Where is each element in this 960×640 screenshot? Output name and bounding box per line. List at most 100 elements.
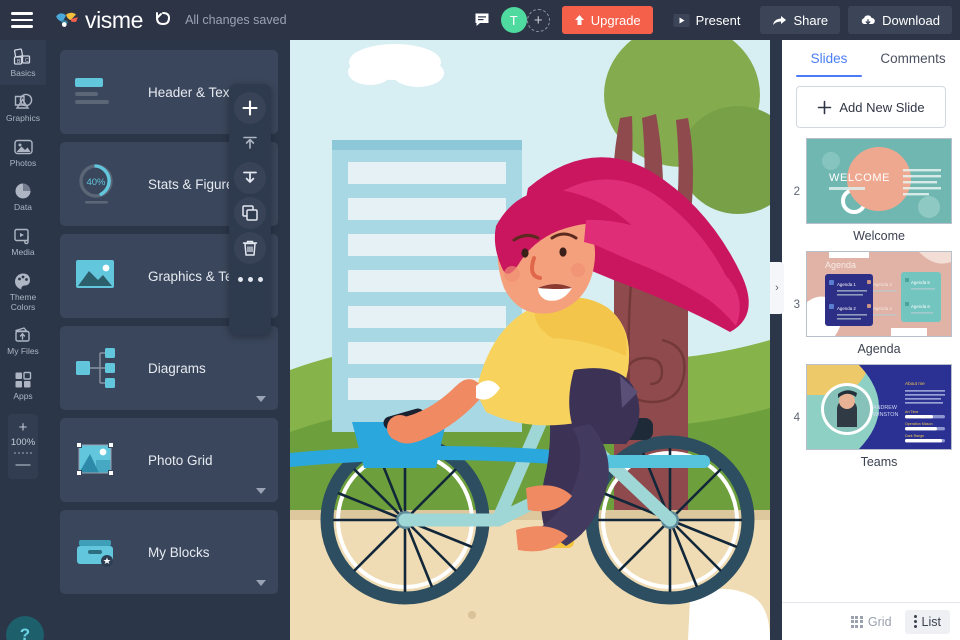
chevron-down-icon[interactable] (256, 396, 266, 402)
sidebar-item-apps[interactable]: Apps (0, 363, 46, 408)
palette-icon (12, 271, 34, 291)
add-new-slide-button[interactable]: Add New Slide (796, 86, 946, 128)
media-icon (12, 226, 34, 246)
svg-text:WINSTON: WINSTON (873, 412, 898, 418)
top-bar-actions: T + Upgrade Present Share Download (471, 6, 960, 34)
svg-text:Agenda 1: Agenda 1 (837, 282, 856, 287)
image-thumb (74, 252, 130, 300)
tab-slides[interactable]: Slides (788, 41, 870, 77)
add-user-icon[interactable]: + (526, 8, 550, 32)
upgrade-label: Upgrade (590, 12, 641, 28)
apps-grid-icon (12, 370, 34, 390)
zoom-level: 100% (10, 436, 36, 448)
add-block-icon[interactable] (234, 92, 266, 124)
svg-text:Agenda 2: Agenda 2 (837, 306, 856, 311)
list-item[interactable]: 2 WELCOME Welcome (782, 138, 960, 243)
grid-view-button[interactable]: Grid (842, 610, 901, 634)
slide-thumbnail-list[interactable]: 2 WELCOME Welcome 3 Agenda Agenda 1 Agen… (782, 138, 960, 616)
help-button[interactable]: ? (6, 616, 44, 640)
sidebar-item-media[interactable]: Media (0, 219, 46, 264)
slide-thumbnail-welcome[interactable]: WELCOME (806, 138, 952, 224)
block-diagrams[interactable]: Diagrams (60, 326, 278, 410)
slide-thumbnail-teams[interactable]: ANDREW WINSTON About me Art Time Operatio… (806, 364, 952, 450)
header-text-thumb (74, 68, 130, 116)
list-view-icon (913, 615, 917, 628)
add-slide-label: Add New Slide (839, 99, 925, 115)
save-status: All changes saved (185, 13, 287, 27)
download-button[interactable]: Download (848, 6, 952, 34)
slide-illustration (290, 40, 770, 640)
svg-text:Dark Range: Dark Range (905, 434, 924, 438)
share-button[interactable]: Share (760, 6, 841, 34)
chevron-down-icon[interactable] (256, 488, 266, 494)
svg-text:C: C (25, 58, 29, 64)
slide-canvas[interactable] (290, 40, 770, 640)
visme-editor: visme All changes saved T + Upgrade Pres… (0, 0, 960, 640)
download-label: Download (882, 12, 940, 28)
sidebar-item-graphics[interactable]: Graphics (0, 85, 46, 130)
visme-logo-mark (56, 12, 78, 28)
svg-text:Agenda 4: Agenda 4 (873, 306, 892, 311)
block-my-blocks[interactable]: My Blocks (60, 510, 278, 594)
svg-text:Agenda: Agenda (825, 260, 856, 270)
chevron-right-icon[interactable]: › (770, 262, 784, 314)
move-down-icon[interactable] (234, 162, 266, 194)
sidebar-item-photos[interactable]: Photos (0, 130, 46, 175)
svg-text:Agenda 5: Agenda 5 (911, 280, 930, 285)
duplicate-icon[interactable] (234, 197, 266, 229)
sidebar-label-graphics: Graphics (5, 112, 40, 123)
left-toolbar: B C Basics Graphics Photos Data Media Th… (0, 40, 46, 640)
sidebar-label-media: Media (11, 247, 35, 258)
block-label: Diagrams (148, 360, 206, 376)
svg-text:WELCOME: WELCOME (829, 172, 890, 184)
slide-number: 4 (793, 412, 800, 424)
photo-icon (12, 137, 34, 157)
zoom-control[interactable]: + 100% — (8, 413, 38, 479)
sidebar-label-theme-colors: Theme Colors (9, 291, 37, 312)
grid-view-label: Grid (867, 614, 892, 629)
slide-caption: Agenda (857, 342, 901, 356)
avatar[interactable]: T (500, 7, 527, 33)
comment-icon[interactable] (471, 9, 493, 31)
svg-text:Agenda 6: Agenda 6 (911, 304, 930, 309)
sidebar-item-basics[interactable]: B C Basics (0, 40, 46, 85)
zoom-out-button[interactable]: — (16, 457, 31, 472)
top-bar: visme All changes saved T + Upgrade Pres… (0, 0, 960, 40)
block-label: Stats & Figures (148, 176, 241, 192)
trash-icon[interactable] (234, 232, 266, 264)
more-options-icon[interactable] (237, 277, 263, 282)
play-icon (673, 13, 690, 27)
hamburger-menu-icon[interactable] (0, 0, 44, 40)
undo-icon[interactable] (152, 9, 172, 31)
move-up-icon[interactable] (234, 127, 266, 159)
svg-text:ANDREW: ANDREW (873, 405, 898, 411)
svg-text:Agenda 3: Agenda 3 (873, 282, 892, 287)
slide-number: 3 (793, 299, 800, 311)
present-button[interactable]: Present (661, 6, 753, 34)
list-item[interactable]: 3 Agenda Agenda 1 Agenda 2 Agenda 5 Agen… (782, 251, 960, 356)
list-view-button[interactable]: List (904, 609, 950, 634)
zoom-slider[interactable] (14, 451, 32, 454)
slide-thumbnail-agenda[interactable]: Agenda Agenda 1 Agenda 2 Agenda 5 Agenda 6… (806, 251, 952, 337)
grid-view-icon (850, 615, 863, 628)
donut-40-thumb: 40% (74, 160, 130, 208)
slide-number: 2 (793, 186, 800, 198)
shapes-icon (12, 92, 34, 112)
list-item[interactable]: 4 ANDREW WINSTON About me Art Time Opera… (782, 364, 960, 469)
svg-text:Operation Mason: Operation Mason (905, 422, 933, 426)
slides-panel: Slides Comments Add New Slide 2 WELCOME … (782, 40, 960, 640)
block-actions-toolbar (229, 84, 271, 335)
chevron-down-icon[interactable] (256, 580, 266, 586)
cloud-download-icon (861, 14, 875, 24)
sidebar-item-my-files[interactable]: My Files (0, 318, 46, 363)
brand-name: visme (85, 6, 144, 33)
upgrade-button[interactable]: Upgrade (561, 6, 653, 34)
slide-caption: Teams (860, 455, 898, 469)
tab-comments[interactable]: Comments (872, 41, 954, 77)
block-photo-grid[interactable]: Photo Grid (60, 418, 278, 502)
sidebar-item-theme-colors[interactable]: Theme Colors (0, 264, 46, 319)
share-arrow-icon (773, 15, 787, 25)
visme-logo[interactable]: visme (54, 6, 144, 33)
sidebar-item-data[interactable]: Data (0, 174, 46, 219)
zoom-in-button[interactable]: + (19, 420, 28, 435)
